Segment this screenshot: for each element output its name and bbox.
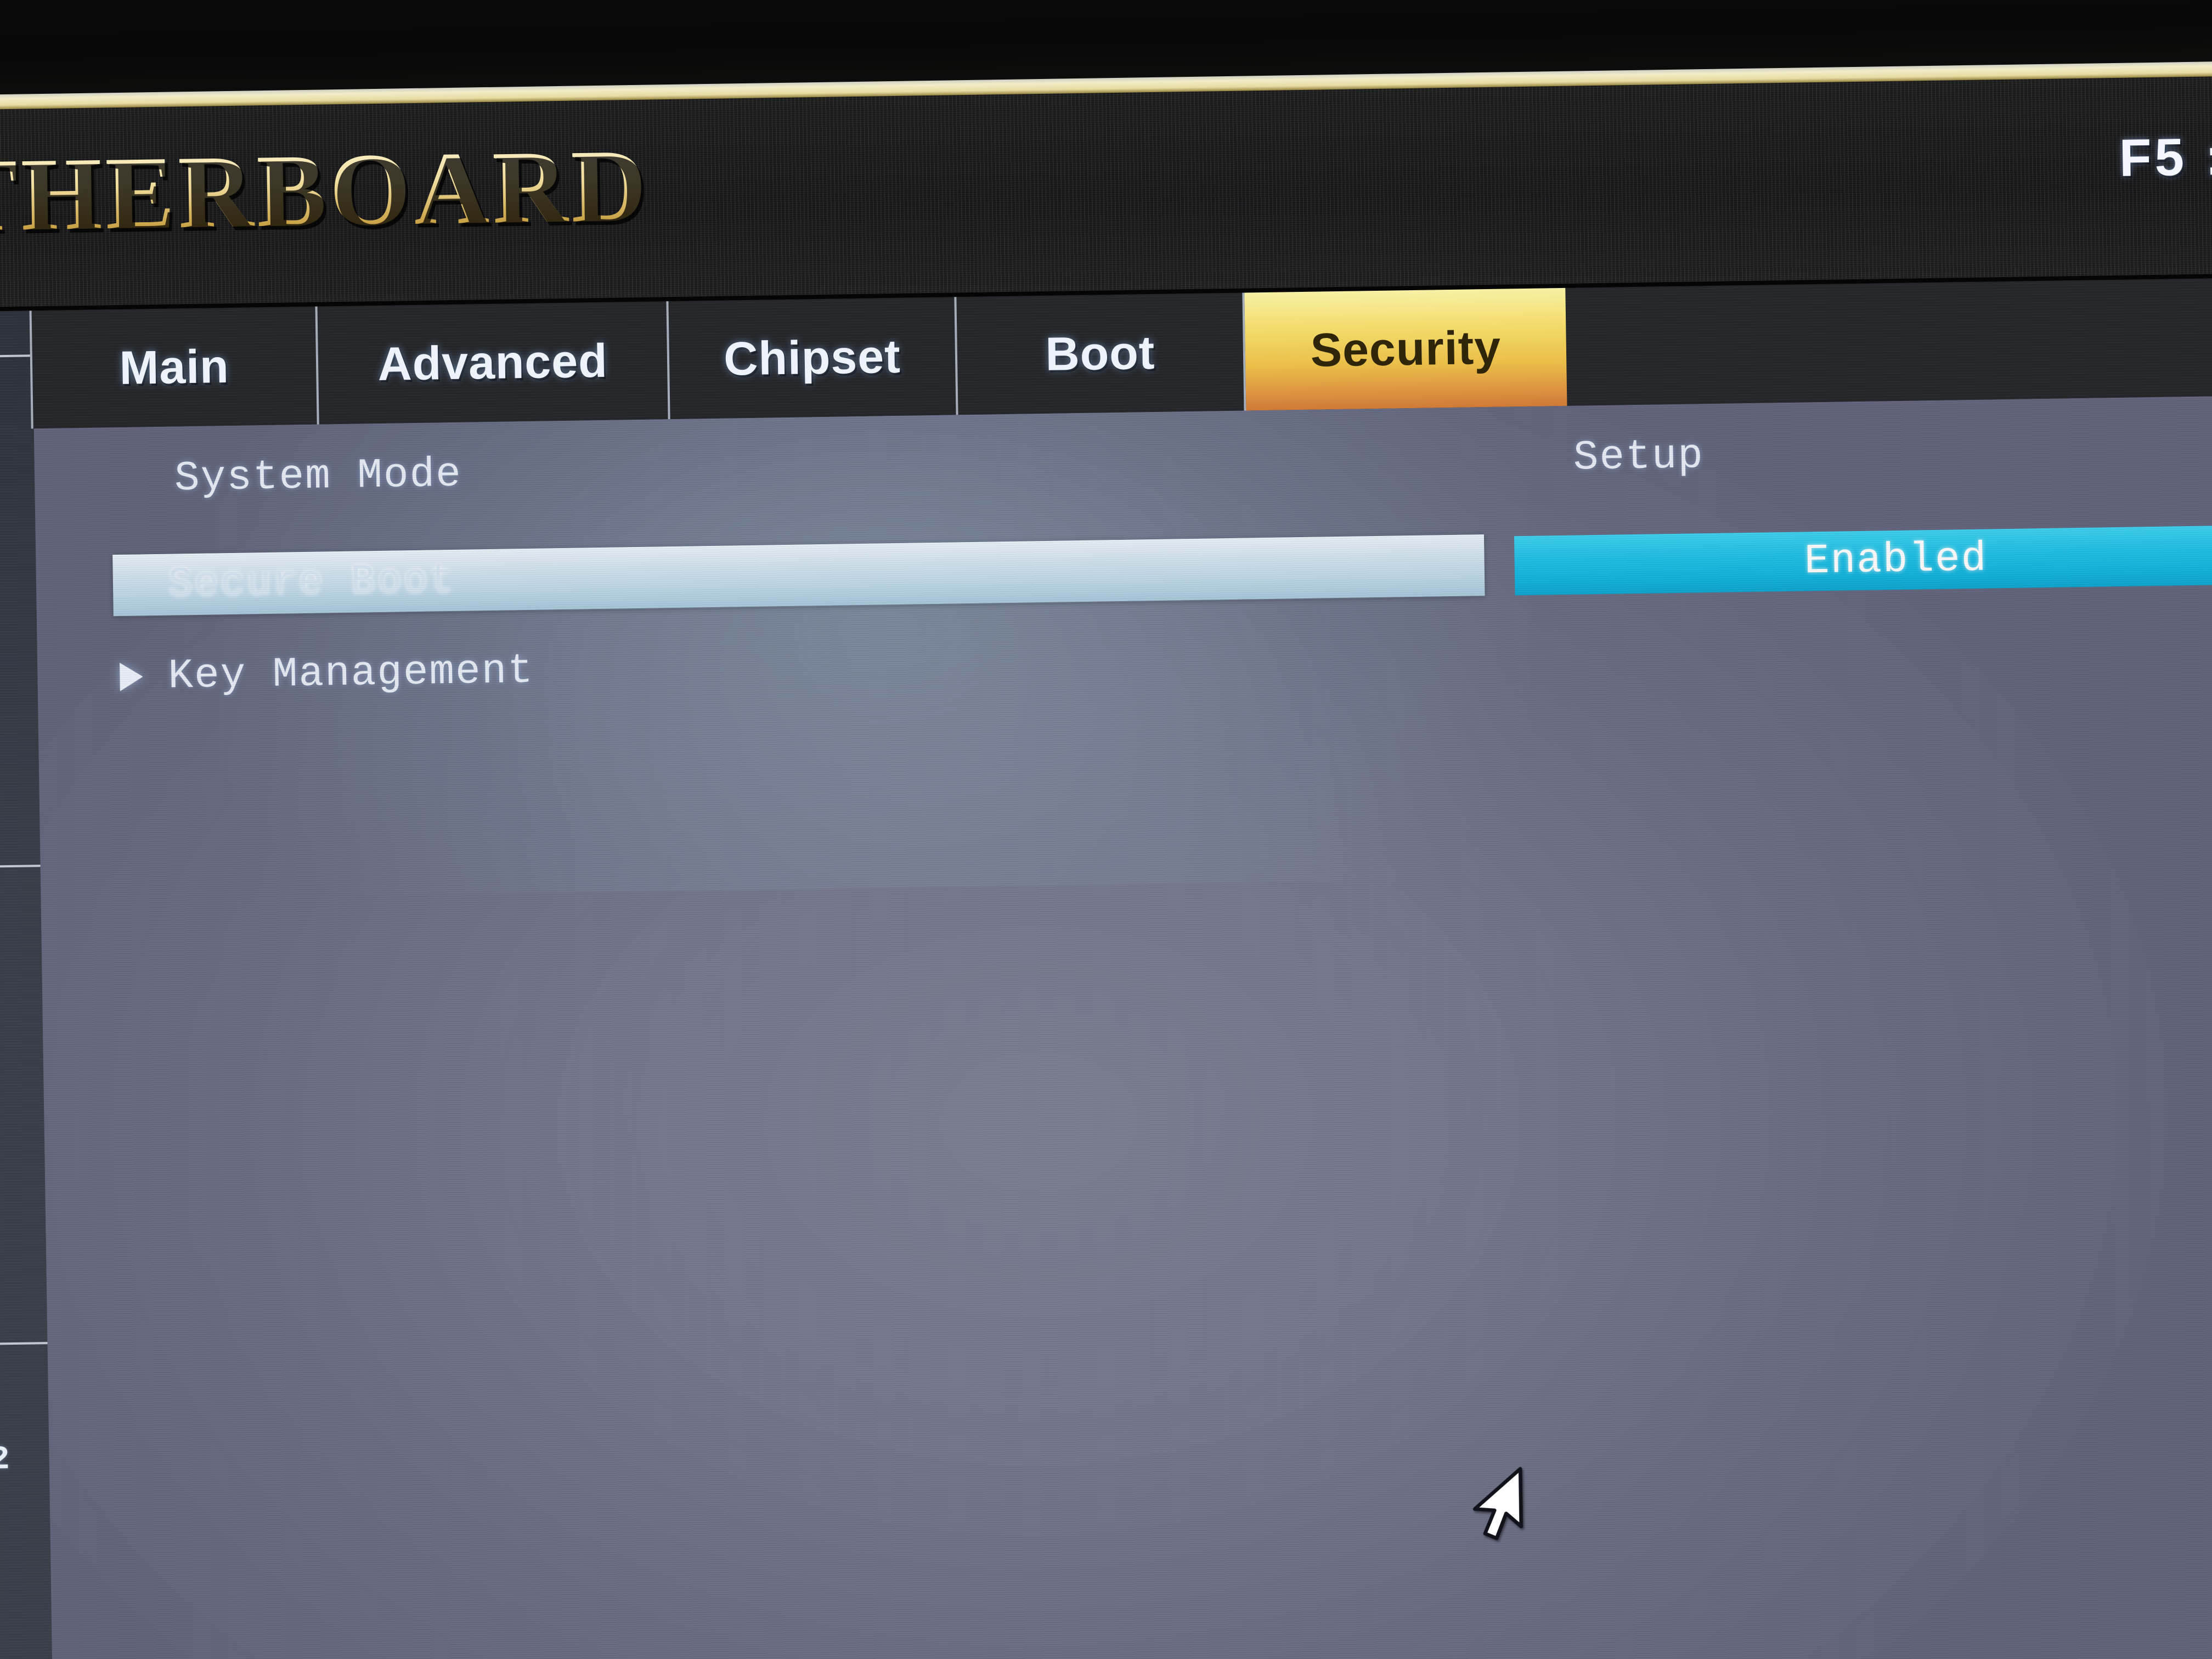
- key-management-label: Key Management: [167, 647, 534, 700]
- tab-advanced[interactable]: Advanced: [317, 301, 670, 425]
- photograph-frame: THERBOARD F5 : F zHz7OEC222 MainAdvanced…: [0, 0, 2212, 1659]
- secure-boot-value: Enabled: [1804, 535, 1988, 585]
- hotkey-hint: F5 : F: [2119, 127, 2212, 188]
- bios-branding-banner: THERBOARD F5 : F: [0, 75, 2212, 307]
- tab-security[interactable]: Security: [1244, 287, 1567, 411]
- setting-row-key-management[interactable]: Key Management: [37, 621, 2212, 726]
- brand-title: THERBOARD: [0, 126, 651, 256]
- mouse-cursor: [1472, 1466, 1523, 1541]
- sidebar-text-fragment: 22: [0, 1441, 10, 1480]
- monitor-screen: THERBOARD F5 : F zHz7OEC222 MainAdvanced…: [0, 0, 2212, 1659]
- secure-boot-label: Secure Boot: [167, 556, 456, 608]
- setting-row-secure-boot[interactable]: Secure Boot Enabled: [36, 522, 2212, 627]
- tab-boot[interactable]: Boot: [956, 292, 1246, 415]
- setting-row-system-mode: System Mode Setup: [35, 424, 2212, 528]
- system-mode-value: Setup: [1573, 432, 1705, 482]
- secure-boot-label-highlight[interactable]: Secure Boot: [112, 534, 1485, 617]
- submenu-arrow-icon: [120, 662, 143, 692]
- secure-boot-value-dropdown[interactable]: Enabled: [1514, 524, 2212, 596]
- system-mode-label: System Mode: [174, 450, 462, 503]
- key-management-entry[interactable]: Key Management: [120, 647, 534, 701]
- tab-main[interactable]: Main: [29, 306, 319, 429]
- tab-chipset[interactable]: Chipset: [668, 297, 958, 420]
- settings-panel: System Mode Setup Secure Boot Enabled Ke…: [33, 395, 2212, 1659]
